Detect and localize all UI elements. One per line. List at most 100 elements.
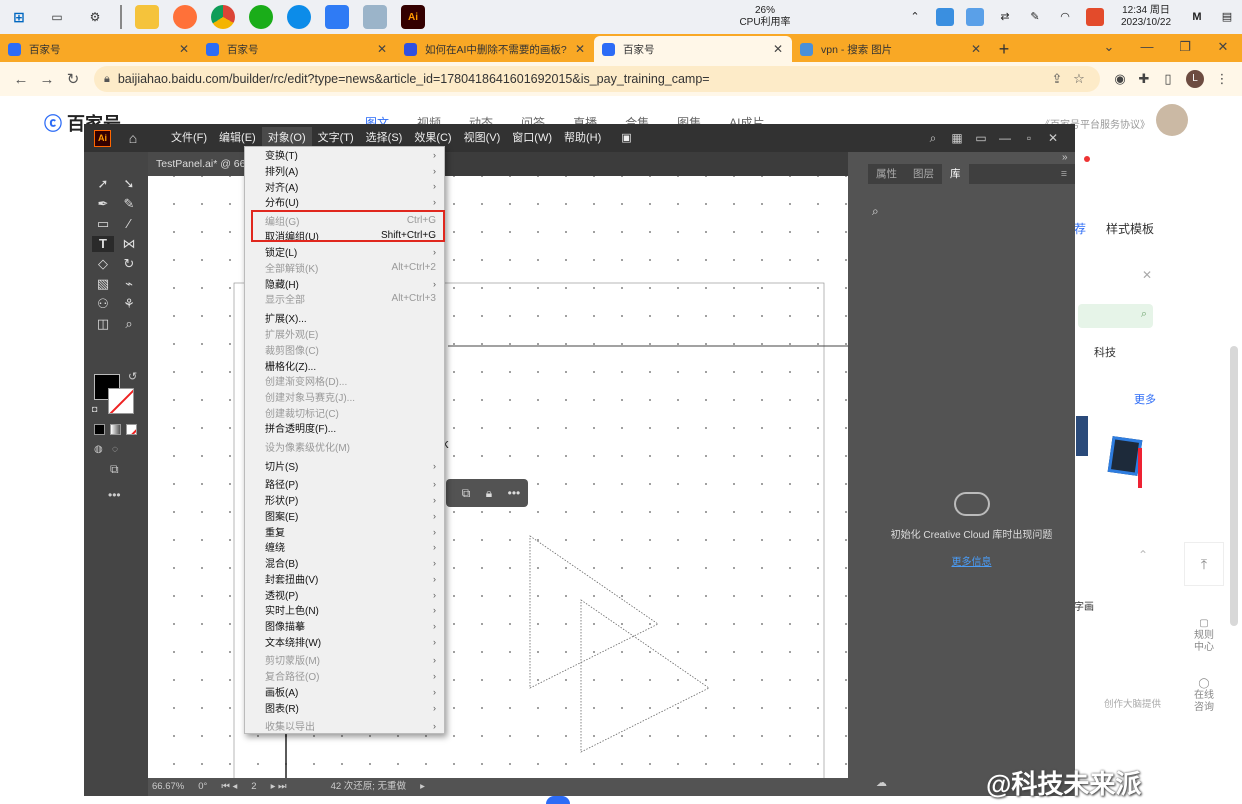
close-icon[interactable]: ✕ — [376, 42, 388, 56]
input-method-icon[interactable] — [1086, 8, 1104, 26]
color-mode-icon[interactable] — [94, 424, 105, 435]
recommend-tab-partial[interactable]: 荐 — [1074, 220, 1086, 237]
document-tab[interactable]: TestPanel.ai* @ 66 — [148, 152, 258, 176]
settings-icon[interactable]: ⚙ — [83, 5, 107, 29]
more-link[interactable]: 更多 — [1134, 391, 1156, 407]
object-menu-item[interactable]: 透视(P) › — [245, 587, 444, 603]
browser-tab[interactable]: vpn - 搜索 图片 ✕ — [792, 36, 990, 62]
draw-mode-icon[interactable]: ◍ — [94, 444, 103, 455]
triangle-shape[interactable] — [529, 535, 659, 689]
extension-icon[interactable]: ◉ — [1108, 71, 1132, 87]
duplicate-icon[interactable]: ⧉ — [462, 486, 471, 501]
artboard-number[interactable]: 2 — [251, 778, 256, 796]
screen-mode-icon[interactable]: ⧉ — [110, 462, 119, 477]
wifi-icon[interactable]: ◠ — [1056, 8, 1074, 26]
object-menu-item[interactable]: 对齐(A) › — [245, 179, 444, 195]
app-gray-icon[interactable] — [363, 5, 387, 29]
direct-selection-tool-icon[interactable]: ➘ — [118, 176, 140, 192]
width-tool-icon[interactable]: ⋈ — [118, 236, 140, 252]
rotate-tool-icon[interactable]: ↻ — [118, 256, 140, 272]
bookmark-star-icon[interactable]: ☆ — [1068, 71, 1090, 87]
word-art-item[interactable]: 字画 — [1074, 598, 1094, 613]
close-icon[interactable]: ✕ — [1041, 131, 1065, 145]
object-menu-item[interactable]: 文本绕排(W) › — [245, 634, 444, 650]
menu-window[interactable]: 窗口(W) — [506, 127, 558, 149]
puzzle-icon[interactable]: ✚ — [1132, 71, 1156, 87]
browser-tab[interactable]: 百家号 ✕ — [198, 36, 396, 62]
sidebar-icon[interactable]: ▯ — [1156, 71, 1180, 87]
share-icon[interactable]: ⇪ — [1046, 71, 1068, 87]
sync-icon[interactable] — [966, 8, 984, 26]
edge-icon[interactable] — [287, 5, 311, 29]
browser-tab[interactable]: 如何在AI中删除不需要的画板? ✕ — [396, 36, 594, 62]
new-tab-button[interactable]: + — [990, 36, 1018, 62]
object-menu-item[interactable]: 分布(U) › — [245, 194, 444, 210]
type-tool-icon[interactable]: T — [92, 236, 114, 252]
user-avatar[interactable] — [1156, 104, 1188, 136]
minimize-icon[interactable]: — — [1128, 34, 1166, 60]
object-menu-item[interactable]: 路径(P) › — [245, 476, 444, 492]
tab-properties[interactable]: 属性 — [868, 164, 905, 184]
object-menu-item[interactable]: 扩展(X)... — [245, 310, 444, 326]
clock[interactable]: 12:34 周日 2023/10/22 — [1110, 5, 1182, 29]
start-icon[interactable]: ⊞ — [7, 5, 31, 29]
object-menu-item[interactable]: 图像描摹 › — [245, 618, 444, 634]
copilot-icon[interactable]: M — [1188, 8, 1206, 26]
cc-cloud-icon[interactable]: ☁ — [876, 776, 887, 789]
paintbrush-tool-icon[interactable]: ⁄ — [118, 216, 140, 232]
object-menu-item[interactable]: 混合(B) › — [245, 555, 444, 571]
close-icon[interactable]: ✕ — [178, 42, 190, 56]
workspace-icon[interactable]: ▦ — [945, 131, 969, 145]
chrome-icon[interactable] — [211, 5, 235, 29]
object-menu-item[interactable]: 封套扭曲(V) › — [245, 571, 444, 587]
pen-tool-icon[interactable]: ✒ — [92, 196, 114, 212]
object-menu-item[interactable]: 变换(T) › — [245, 147, 444, 163]
material-thumbnail[interactable] — [1076, 416, 1088, 456]
menu-file[interactable]: 文件(F) — [165, 127, 213, 149]
chevron-up-icon[interactable]: ⌃ — [906, 8, 924, 26]
artboard-next-icon[interactable]: ▸ ⏭ — [271, 778, 287, 796]
object-menu-item[interactable]: 形状(P) › — [245, 492, 444, 508]
network-icon[interactable]: ⇄ — [996, 8, 1014, 26]
minimize-icon[interactable]: — — [993, 131, 1017, 145]
notification-icon[interactable]: ▤ — [1218, 8, 1236, 26]
back-icon[interactable]: ← — [8, 71, 34, 88]
close-icon[interactable]: ✕ — [1142, 268, 1152, 282]
close-icon[interactable]: ✕ — [970, 42, 982, 56]
gradient-mode-icon[interactable] — [110, 424, 121, 435]
rotation-angle[interactable]: 0° — [198, 778, 207, 796]
file-explorer-icon[interactable] — [135, 5, 159, 29]
zoom-tool-icon[interactable]: ⌕ — [118, 316, 140, 332]
cloud-icon[interactable] — [936, 8, 954, 26]
home-icon[interactable]: ⌂ — [123, 130, 143, 146]
url-field[interactable]: 🔒︎ baijiahao.baidu.com/builder/rc/edit?t… — [94, 66, 1100, 92]
object-menu-item[interactable]: 图表(R) › — [245, 700, 444, 716]
object-menu-item[interactable]: 拼合透明度(F)... — [245, 420, 444, 436]
rectangle-tool-icon[interactable]: ▭ — [92, 216, 114, 232]
object-menu-item[interactable]: 切片(S) › — [245, 458, 444, 474]
eraser-tool-icon[interactable]: ◇ — [92, 256, 114, 272]
style-template-tab[interactable]: 样式模板 — [1106, 220, 1154, 237]
browser-tab-active[interactable]: 百家号 ✕ — [594, 36, 792, 62]
back-to-top-button[interactable]: ⤒ — [1184, 542, 1224, 586]
triangle-shape[interactable] — [580, 599, 710, 753]
object-menu-item[interactable]: 实时上色(N) › — [245, 602, 444, 618]
arrange-documents-icon[interactable]: ▣ — [615, 127, 637, 149]
tab-layers[interactable]: 图层 — [905, 164, 942, 184]
symbol-sprayer-tool-icon[interactable]: ⚘ — [118, 296, 140, 312]
chevron-up-icon[interactable]: ⌃ — [1138, 548, 1148, 562]
forward-icon[interactable]: → — [34, 71, 60, 88]
browser-tab[interactable]: 百家号 ✕ — [0, 36, 198, 62]
tab-libraries[interactable]: 库 — [942, 164, 969, 184]
menu-kebab-icon[interactable]: ⋮ — [1210, 71, 1234, 87]
close-icon[interactable]: ✕ — [574, 42, 586, 56]
status-arrow-icon[interactable]: ▸ — [420, 778, 425, 796]
artboard-tool-icon[interactable]: ◫ — [92, 316, 114, 332]
close-window-icon[interactable]: ✕ — [1204, 34, 1242, 60]
profile-avatar[interactable]: L — [1186, 70, 1204, 88]
curvature-tool-icon[interactable]: ✎ — [118, 196, 140, 212]
object-menu-item[interactable]: 隐藏(H) › — [245, 276, 444, 292]
more-options-icon[interactable]: ••• — [508, 486, 521, 500]
object-menu-item[interactable]: 排列(A) › — [245, 163, 444, 179]
maximize-icon[interactable]: ❐ — [1166, 34, 1204, 60]
